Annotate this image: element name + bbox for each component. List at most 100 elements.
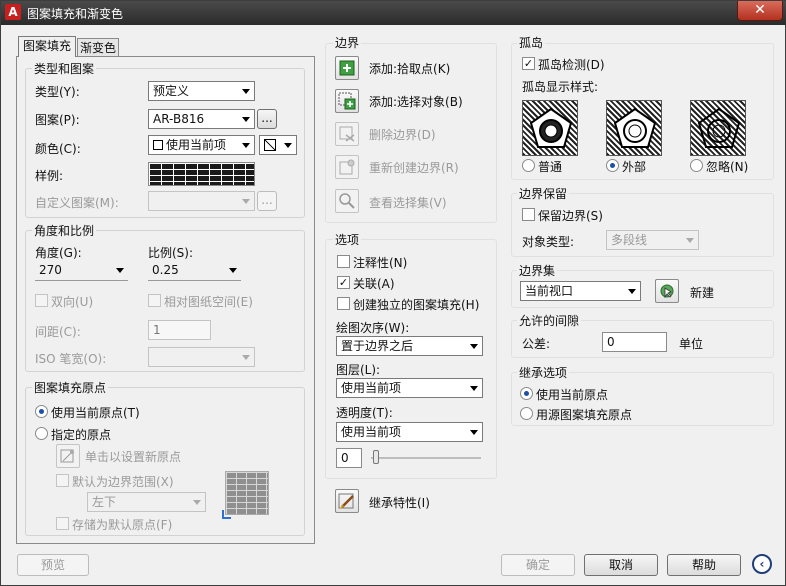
inherit-use-source-label: 用源图案填充原点	[536, 408, 633, 422]
dialog-window: A 图案填充和渐变色 ✕ 图案填充 渐变色 类型和图案 类型(Y): 预定义 图…	[0, 0, 786, 586]
inherit-options-heading: 继承选项	[517, 364, 570, 381]
annotative-label: 注释性(N)	[353, 256, 408, 270]
pick-origin-icon	[60, 449, 74, 463]
magnifier-icon	[339, 193, 355, 209]
transparency-slider-handle[interactable]	[373, 450, 379, 464]
add-select-objects-button[interactable]	[335, 89, 359, 113]
use-current-origin-radio[interactable]	[35, 405, 48, 418]
object-type-select: 多段线	[606, 230, 699, 250]
island-detection-checkbox[interactable]: ✓	[522, 57, 535, 70]
tab-gradient[interactable]: 渐变色	[77, 38, 119, 56]
angle-label: 角度(G):	[35, 246, 82, 260]
pentagon-ignore-icon	[697, 107, 741, 148]
island-style-label: 孤岛显示样式:	[522, 80, 599, 94]
origin-position-select: 左下	[87, 492, 206, 512]
remove-boundary-icon	[339, 126, 355, 142]
new-boundary-set-button[interactable]	[655, 279, 679, 303]
chevron-left-icon: ‹	[759, 557, 765, 571]
inherit-use-current-radio[interactable]	[520, 387, 533, 400]
help-button[interactable]: 帮助	[667, 554, 741, 576]
pattern-label: 图案(P):	[35, 113, 80, 127]
island-outer-preview	[606, 100, 662, 156]
separate-hatches-checkbox[interactable]	[337, 297, 350, 310]
add-select-icon	[338, 92, 356, 110]
click-set-origin-label: 单击以设置新原点	[85, 450, 182, 464]
tab-hatch[interactable]: 图案填充	[18, 36, 76, 57]
boundaries-heading: 边界	[333, 34, 362, 51]
island-normal-radio[interactable]	[522, 159, 535, 172]
new-boundary-set-label: 新建	[690, 286, 715, 300]
add-select-objects-label[interactable]: 添加:选择对象(B)	[369, 93, 463, 110]
transparency-value-input[interactable]: 0	[336, 448, 362, 468]
type-label: 类型(Y):	[35, 85, 80, 99]
tolerance-label: 公差:	[522, 337, 551, 351]
islands-heading: 孤岛	[517, 34, 546, 51]
draw-order-select[interactable]: 置于边界之后	[336, 336, 483, 356]
retain-boundaries-checkbox[interactable]	[522, 208, 535, 221]
associative-checkbox[interactable]: ✓	[337, 276, 350, 289]
transparency-select[interactable]: 使用当前项	[336, 422, 483, 442]
add-pick-icon	[339, 60, 355, 76]
close-button[interactable]: ✕	[737, 1, 783, 21]
add-pick-points-button[interactable]	[335, 56, 359, 80]
dialog-title: 图案填充和渐变色	[27, 7, 124, 21]
iso-pen-label: ISO 笔宽(O):	[35, 352, 107, 366]
draw-order-label: 绘图次序(W):	[336, 321, 410, 335]
color-select[interactable]: 使用当前项	[148, 135, 255, 155]
annotative-checkbox[interactable]	[337, 255, 350, 268]
island-normal-preview	[522, 100, 578, 156]
inherit-properties-label[interactable]: 继承特性(I)	[369, 494, 430, 511]
spacing-label: 间距(C):	[35, 325, 81, 339]
boundary-set-select[interactable]: 当前视口	[520, 281, 641, 301]
island-outer-radio[interactable]	[606, 159, 619, 172]
use-current-origin-label: 使用当前原点(T)	[51, 406, 140, 420]
retain-boundaries-label: 保留边界(S)	[538, 209, 603, 223]
layer-select[interactable]: 使用当前项	[336, 378, 483, 398]
iso-pen-select	[148, 347, 255, 367]
custom-pattern-select	[148, 191, 255, 211]
remove-boundaries-button	[335, 122, 359, 146]
angle-scale-heading: 角度和比例	[32, 222, 97, 239]
inherit-use-source-radio[interactable]	[520, 407, 533, 420]
recreate-boundary-icon	[339, 159, 355, 175]
pentagon-outer-icon	[613, 107, 657, 148]
object-type-label: 对象类型:	[522, 235, 575, 249]
collapse-options-button[interactable]: ‹	[752, 554, 772, 574]
background-color-select[interactable]	[259, 135, 297, 155]
scale-select[interactable]: 0.25	[148, 261, 241, 281]
spacing-input: 1	[148, 320, 211, 340]
origin-preview-image	[222, 471, 269, 519]
custom-pattern-label: 自定义图案(M):	[35, 196, 119, 210]
custom-pattern-browse-button: ...	[257, 191, 277, 211]
recreate-boundary-label: 重新创建边界(R)	[369, 161, 459, 175]
angle-select[interactable]: 270	[35, 261, 128, 281]
ok-button: 确定	[501, 554, 575, 576]
separate-hatches-label: 创建独立的图案填充(H)	[353, 298, 480, 312]
transparency-slider-track[interactable]	[371, 457, 481, 459]
gap-tolerance-heading: 允许的间隙	[517, 312, 582, 329]
type-pattern-heading: 类型和图案	[32, 60, 97, 77]
cancel-button[interactable]: 取消	[584, 554, 658, 576]
specified-origin-radio[interactable]	[35, 427, 48, 440]
inherit-properties-button[interactable]	[335, 489, 359, 513]
double-label: 双向(U)	[51, 295, 94, 309]
default-extent-checkbox	[56, 474, 69, 487]
transparency-label: 透明度(T):	[336, 406, 393, 420]
associative-label: 关联(A)	[353, 277, 395, 291]
set-origin-button	[56, 444, 80, 468]
view-selections-label: 查看选择集(V)	[369, 196, 447, 210]
add-pick-points-label[interactable]: 添加:拾取点(K)	[369, 60, 450, 77]
inherit-use-current-label: 使用当前原点	[536, 388, 609, 402]
tolerance-input[interactable]: 0	[602, 332, 667, 352]
scale-label: 比例(S):	[148, 246, 194, 260]
hatch-origin-heading: 图案填充原点	[32, 379, 109, 396]
type-select[interactable]: 预定义	[148, 81, 255, 101]
island-ignore-radio[interactable]	[690, 159, 703, 172]
pattern-browse-button[interactable]: ...	[257, 109, 277, 129]
view-selections-button	[335, 189, 359, 213]
pentagon-normal-icon	[529, 107, 573, 148]
specified-origin-label: 指定的原点	[51, 428, 112, 442]
pattern-select[interactable]: AR-B816	[148, 109, 255, 129]
pattern-swatch[interactable]	[148, 162, 255, 186]
title-bar: A 图案填充和渐变色 ✕	[1, 1, 786, 25]
